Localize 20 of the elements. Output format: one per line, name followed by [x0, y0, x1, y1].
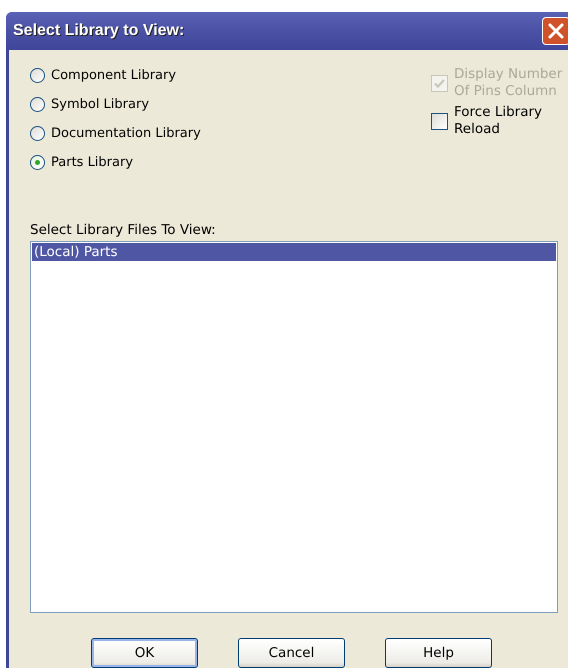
dialog-button[interactable]: OK	[91, 638, 198, 668]
close-button[interactable]	[542, 17, 568, 45]
radio-button[interactable]	[30, 126, 45, 141]
dialog-button[interactable]: Cancel	[238, 638, 345, 668]
file-list[interactable]: (Local) Parts	[30, 241, 558, 613]
list-label: Select Library Files To View:	[30, 222, 217, 238]
radio-button[interactable]	[30, 155, 45, 170]
dialog-button[interactable]: Help	[385, 638, 492, 668]
radio-label[interactable]: Documentation Library	[51, 126, 201, 141]
radio-label[interactable]: Parts Library	[51, 155, 134, 170]
window-title: Select Library to View:	[13, 22, 184, 40]
radio-label[interactable]: Component Library	[51, 68, 176, 83]
radio-label[interactable]: Symbol Library	[51, 97, 150, 112]
checkbox-label[interactable]: Force Library Reload	[454, 104, 568, 138]
checkbox[interactable]	[431, 112, 448, 130]
radio-button[interactable]	[30, 68, 45, 83]
close-icon	[547, 22, 565, 40]
checkmark-icon	[433, 76, 446, 90]
list-item[interactable]: (Local) Parts	[32, 243, 556, 261]
radio-button[interactable]	[30, 97, 45, 112]
